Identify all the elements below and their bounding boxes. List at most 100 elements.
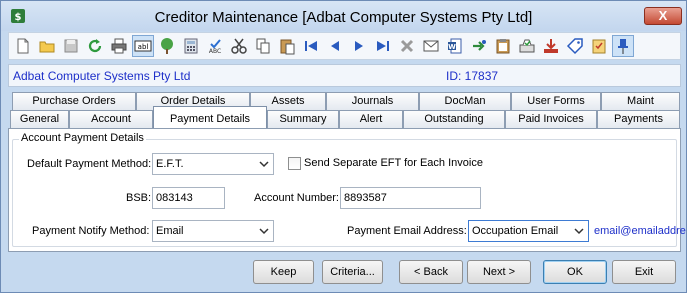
word-document-button[interactable]: W xyxy=(444,35,466,57)
tab-alert[interactable]: Alert xyxy=(339,110,403,128)
tab-general[interactable]: General xyxy=(10,110,69,128)
tab-payments[interactable]: Payments xyxy=(597,110,680,128)
default-payment-method-select[interactable]: E.F.T. xyxy=(152,153,274,175)
default-payment-method-label: Default Payment Method: xyxy=(27,158,152,170)
calculator-button[interactable] xyxy=(180,35,202,57)
field-label-icon: abl xyxy=(134,40,152,52)
open-folder-icon xyxy=(39,41,55,53)
tree-button[interactable] xyxy=(156,35,178,57)
chevron-down-icon xyxy=(259,161,269,168)
previous-record-icon xyxy=(331,41,339,51)
tag-button[interactable] xyxy=(564,35,586,57)
criteria-button[interactable]: Criteria... xyxy=(322,260,383,284)
tab-docman[interactable]: DocMan xyxy=(419,92,511,110)
word-document-icon: W xyxy=(448,38,462,54)
group-title: Account Payment Details xyxy=(19,132,146,144)
spell-check-icon: ABC xyxy=(209,39,221,55)
window-title: Creditor Maintenance [Adbat Computer Sys… xyxy=(154,9,533,26)
pin-button[interactable] xyxy=(612,35,634,57)
tab-payment-details[interactable]: Payment Details xyxy=(153,106,267,128)
tree-icon xyxy=(161,38,173,54)
chevron-down-icon xyxy=(259,228,269,235)
email-button[interactable] xyxy=(420,35,442,57)
close-icon: X xyxy=(658,8,668,23)
clipboard-button[interactable] xyxy=(492,35,514,57)
default-payment-method-value: E.F.T. xyxy=(156,158,184,170)
tab-summary[interactable]: Summary xyxy=(267,110,339,128)
payment-notify-method-label: Payment Notify Method: xyxy=(32,225,150,237)
bsb-label: BSB: xyxy=(126,192,152,204)
first-record-button[interactable] xyxy=(300,35,322,57)
last-record-button[interactable] xyxy=(372,35,394,57)
calculator-icon xyxy=(184,38,198,54)
tab-purchase-orders[interactable]: Purchase Orders xyxy=(12,92,136,110)
email-address-link[interactable]: email@emailaddre xyxy=(594,225,686,237)
svg-text:abl: abl xyxy=(138,43,149,51)
inbox-icon xyxy=(519,39,535,53)
chevron-down-icon xyxy=(574,228,584,235)
close-button[interactable]: X xyxy=(644,7,682,25)
forward-icon xyxy=(473,40,486,51)
delete-button[interactable] xyxy=(396,35,418,57)
separate-eft-label: Send Separate EFT for Each Invoice xyxy=(304,157,483,169)
delete-icon xyxy=(400,39,414,53)
payment-notify-method-select[interactable]: Email xyxy=(152,220,274,242)
payment-email-address-select[interactable]: Occupation Email xyxy=(468,220,589,242)
first-record-icon xyxy=(305,41,317,51)
svg-text:W: W xyxy=(448,43,456,51)
field-label-button[interactable]: abl xyxy=(132,35,154,57)
back-button[interactable]: < Back xyxy=(399,260,463,284)
tab-journals[interactable]: Journals xyxy=(326,92,419,110)
toolbar: abl ABC W xyxy=(8,32,681,60)
print-icon xyxy=(111,38,127,54)
pin-icon xyxy=(618,39,628,54)
payment-email-address-label: Payment Email Address: xyxy=(347,225,467,237)
tab-outstanding[interactable]: Outstanding xyxy=(403,110,505,128)
task-list-button[interactable] xyxy=(588,35,610,57)
tab-account[interactable]: Account xyxy=(69,110,153,128)
save-button[interactable] xyxy=(60,35,82,57)
previous-record-button[interactable] xyxy=(324,35,346,57)
email-icon xyxy=(423,40,439,52)
download-icon xyxy=(544,39,558,53)
svg-text:ABC: ABC xyxy=(209,48,221,55)
task-list-icon xyxy=(592,39,606,54)
paste-icon xyxy=(280,39,295,55)
account-number-input[interactable]: 8893587 xyxy=(340,187,481,209)
inbox-button[interactable] xyxy=(516,35,538,57)
forward-button[interactable] xyxy=(468,35,490,57)
keep-button[interactable]: Keep xyxy=(253,260,314,284)
tab-paid-invoices[interactable]: Paid Invoices xyxy=(505,110,597,128)
cut-button[interactable] xyxy=(228,35,250,57)
save-disk-icon xyxy=(64,39,78,53)
bsb-input[interactable]: 083143 xyxy=(152,187,225,209)
payment-email-address-value: Occupation Email xyxy=(472,225,559,237)
next-button[interactable]: Next > xyxy=(467,260,531,284)
tag-icon xyxy=(566,38,583,55)
print-button[interactable] xyxy=(108,35,130,57)
creditor-id: ID: 17837 xyxy=(446,69,499,83)
company-name: Adbat Computer Systems Pty Ltd xyxy=(13,69,191,83)
creditor-maintenance-window: $ Creditor Maintenance [Adbat Computer S… xyxy=(0,0,687,293)
new-document-icon xyxy=(17,38,29,54)
refresh-button[interactable] xyxy=(84,35,106,57)
last-record-icon xyxy=(377,41,389,51)
account-number-value: 8893587 xyxy=(344,192,387,204)
copy-button[interactable] xyxy=(252,35,274,57)
next-record-button[interactable] xyxy=(348,35,370,57)
exit-button[interactable]: Exit xyxy=(612,260,676,284)
next-record-icon xyxy=(355,41,363,51)
tab-maint[interactable]: Maint xyxy=(601,92,680,110)
tab-user-forms[interactable]: User Forms xyxy=(511,92,601,110)
ok-button[interactable]: OK xyxy=(543,260,607,284)
new-document-button[interactable] xyxy=(12,35,34,57)
paste-button[interactable] xyxy=(276,35,298,57)
download-button[interactable] xyxy=(540,35,562,57)
payment-notify-method-value: Email xyxy=(156,225,184,237)
clipboard-icon xyxy=(496,39,510,54)
bsb-value: 083143 xyxy=(156,192,193,204)
separate-eft-checkbox[interactable] xyxy=(288,157,301,170)
title-bar[interactable]: $ Creditor Maintenance [Adbat Computer S… xyxy=(1,1,686,31)
spell-check-button[interactable]: ABC xyxy=(204,35,226,57)
open-button[interactable] xyxy=(36,35,58,57)
